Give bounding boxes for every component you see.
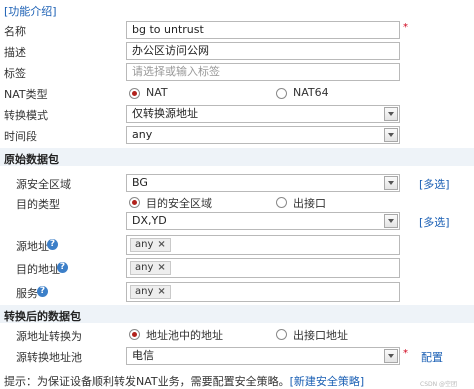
tag-label: 标签	[4, 67, 26, 80]
src-zone-multi-link[interactable]: [多选]	[419, 176, 450, 192]
nat64-option-label: NAT64	[293, 86, 329, 99]
src-zone-select[interactable]: BG	[126, 174, 400, 192]
original-packet-title: 原始数据包	[4, 153, 59, 166]
chevron-down-icon[interactable]	[384, 214, 398, 228]
help-icon[interactable]: ?	[57, 262, 68, 273]
original-packet-section-bar	[0, 148, 474, 166]
nat64-radio[interactable]	[276, 88, 287, 99]
name-label: 名称	[4, 25, 26, 38]
chevron-down-icon[interactable]	[384, 128, 398, 142]
dst-zone-radio[interactable]	[129, 197, 140, 208]
dst-address-input[interactable]: any ×	[126, 258, 400, 278]
dst-address-tag: any ×	[130, 261, 171, 275]
convert-mode-label: 转换模式	[4, 109, 48, 122]
interface-address-option-label: 出接口地址	[293, 329, 348, 342]
remove-icon[interactable]: ×	[157, 239, 165, 250]
new-security-policy-link[interactable]: [新建安全策略]	[290, 375, 365, 388]
dst-zone-value: DX,YD	[132, 214, 167, 227]
translated-packet-title: 转换后的数据包	[4, 310, 81, 323]
dst-type-label: 目的类型	[16, 198, 60, 211]
remove-icon[interactable]: ×	[157, 286, 165, 297]
service-input[interactable]: any ×	[126, 282, 400, 302]
dst-zone-option-label: 目的安全区域	[146, 197, 212, 210]
src-pool-config-link[interactable]: 配置	[421, 349, 443, 365]
nat-radio[interactable]	[129, 88, 140, 99]
dst-zone-select[interactable]: DX,YD	[126, 212, 400, 230]
tag-text: any	[135, 239, 154, 250]
src-zone-label: 源安全区域	[16, 178, 71, 191]
src-zone-value: BG	[132, 176, 148, 189]
tag-text: any	[135, 262, 154, 273]
nat-option-label: NAT	[146, 86, 168, 99]
pool-address-radio[interactable]	[129, 329, 140, 340]
feature-intro-link[interactable]: [功能介绍]	[4, 3, 57, 19]
description-input[interactable]: 办公区访问公网	[126, 42, 400, 60]
help-icon[interactable]: ?	[47, 239, 58, 250]
out-interface-option-label: 出接口	[293, 197, 326, 210]
watermark: CSDN @空团	[420, 381, 458, 388]
remove-icon[interactable]: ×	[157, 262, 165, 273]
convert-mode-select[interactable]: 仅转换源地址	[126, 105, 400, 123]
chevron-down-icon[interactable]	[384, 107, 398, 121]
src-address-label: 源地址	[16, 240, 49, 253]
src-pool-value: 电信	[132, 349, 154, 362]
convert-mode-value: 仅转换源地址	[132, 107, 198, 120]
out-interface-radio[interactable]	[276, 197, 287, 208]
src-convert-label: 源地址转换为	[16, 330, 82, 343]
dst-zone-multi-link[interactable]: [多选]	[419, 214, 450, 230]
dst-address-label: 目的地址	[16, 263, 60, 276]
hint-row: 提示：为保证设备顺利转发NAT业务，需要配置安全策略。[新建安全策略]	[4, 373, 364, 389]
src-pool-label: 源转换地址池	[16, 351, 82, 364]
tag-input[interactable]: 请选择或输入标签	[126, 63, 400, 81]
chevron-down-icon[interactable]	[384, 176, 398, 190]
src-address-input[interactable]: any ×	[126, 235, 400, 255]
required-mark: *	[403, 348, 408, 359]
src-address-tag: any ×	[130, 238, 171, 252]
interface-address-radio[interactable]	[276, 329, 287, 340]
pool-address-option-label: 地址池中的地址	[146, 329, 223, 342]
help-icon[interactable]: ?	[37, 286, 48, 297]
required-mark: *	[403, 22, 408, 33]
time-range-select[interactable]: any	[126, 126, 400, 144]
time-range-label: 时间段	[4, 130, 37, 143]
name-input[interactable]: bg to untrust	[126, 21, 400, 39]
chevron-down-icon[interactable]	[384, 349, 398, 363]
src-pool-select[interactable]: 电信	[126, 347, 400, 365]
tag-text: any	[135, 286, 154, 297]
description-label: 描述	[4, 46, 26, 59]
time-range-value: any	[132, 128, 153, 141]
nat-type-label: NAT类型	[4, 88, 48, 101]
service-label: 服务	[16, 287, 38, 300]
service-tag: any ×	[130, 285, 171, 299]
hint-text: 提示：为保证设备顺利转发NAT业务，需要配置安全策略。	[4, 375, 290, 388]
